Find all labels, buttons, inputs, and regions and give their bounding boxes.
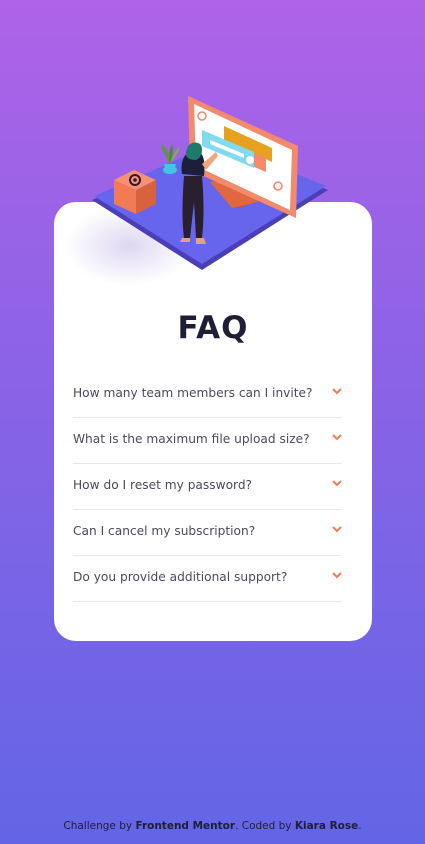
faq-item[interactable]: What is the maximum file upload size? <box>73 418 342 464</box>
footer-suffix: . <box>358 820 362 832</box>
faq-question[interactable]: Can I cancel my subscription? <box>73 524 255 538</box>
author-link[interactable]: Kiara Rose <box>295 820 358 832</box>
footer-middle: . Coded by <box>235 820 295 832</box>
faq-item[interactable]: How do I reset my password? <box>73 464 342 510</box>
footer-prefix: Challenge by <box>63 820 136 832</box>
chevron-down-icon[interactable] <box>332 434 342 441</box>
frontend-mentor-link[interactable]: Frontend Mentor <box>135 820 235 832</box>
chevron-down-icon[interactable] <box>332 388 342 395</box>
faq-item[interactable]: Can I cancel my subscription? <box>73 510 342 556</box>
faq-item[interactable]: How many team members can I invite? <box>73 372 342 418</box>
woman-online-illustration <box>92 96 328 270</box>
faq-question[interactable]: How many team members can I invite? <box>73 386 313 400</box>
chevron-down-icon[interactable] <box>332 572 342 579</box>
faq-question[interactable]: Do you provide additional support? <box>73 570 287 584</box>
faq-item[interactable]: Do you provide additional support? <box>73 556 342 602</box>
page-title: FAQ <box>177 310 249 346</box>
faq-question[interactable]: What is the maximum file upload size? <box>73 432 310 446</box>
chevron-down-icon[interactable] <box>332 480 342 487</box>
chevron-down-icon[interactable] <box>332 526 342 533</box>
attribution-footer: Challenge by Frontend Mentor. Coded by K… <box>0 820 425 832</box>
faq-list: How many team members can I invite? What… <box>73 372 342 602</box>
faq-question[interactable]: How do I reset my password? <box>73 478 252 492</box>
